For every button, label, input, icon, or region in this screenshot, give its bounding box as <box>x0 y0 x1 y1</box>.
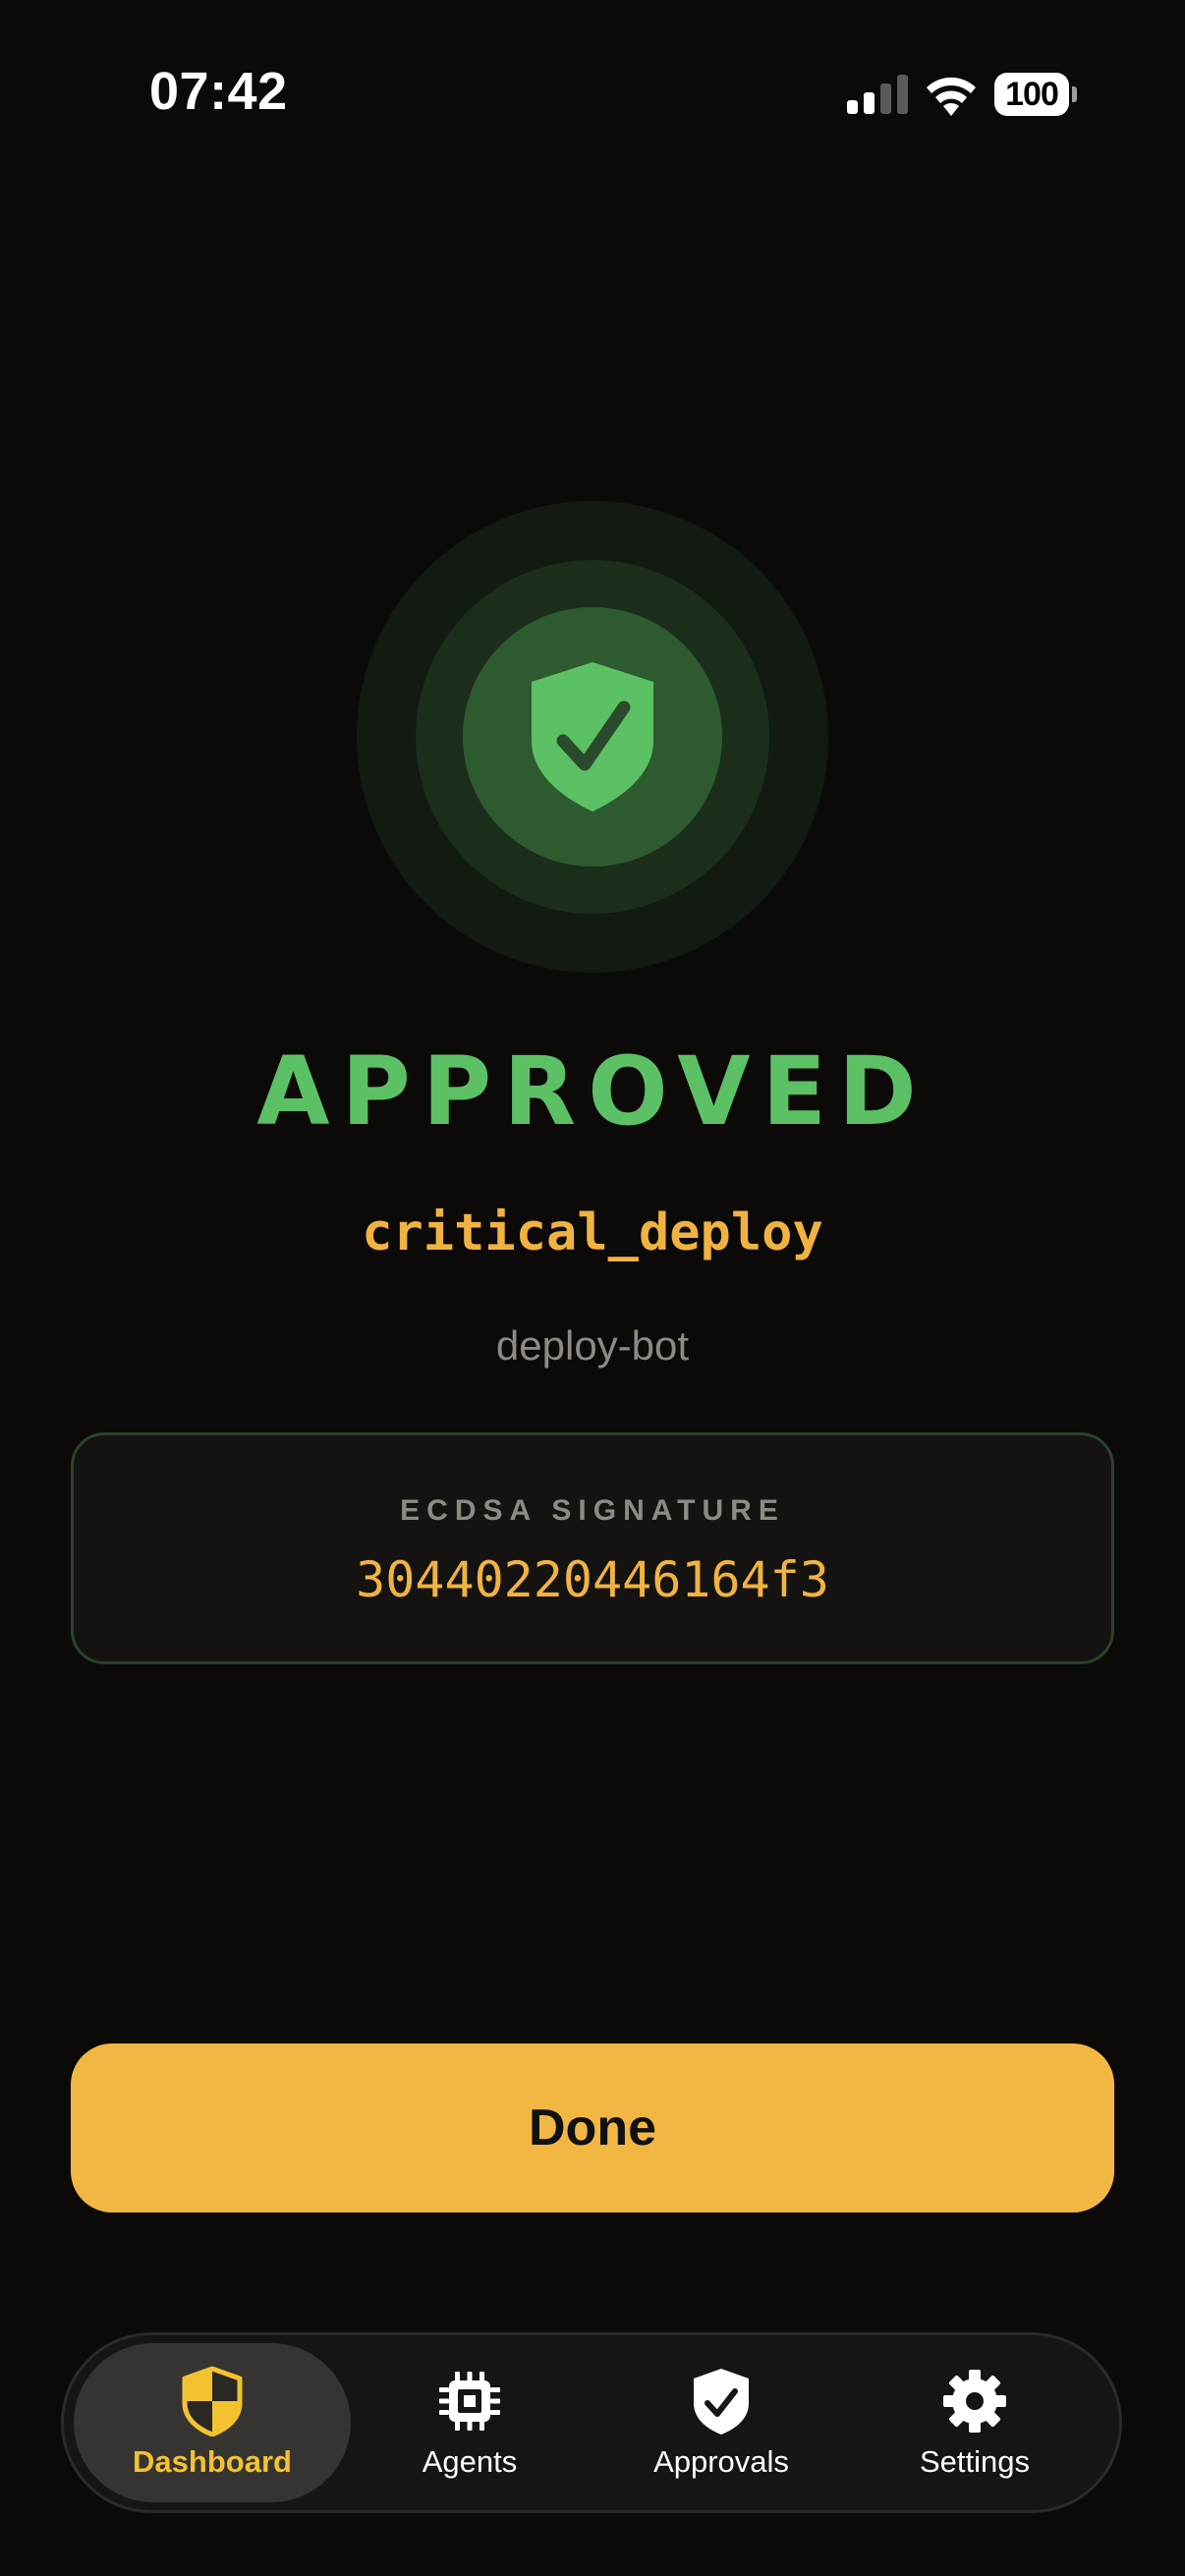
status-time: 07:42 <box>149 62 288 121</box>
battery-level: 100 <box>994 73 1069 116</box>
chip-icon <box>439 2372 500 2431</box>
signal-icon <box>847 75 908 114</box>
approval-halo <box>357 501 828 973</box>
tab-bar: Dashboard Agents Approvals Settings <box>61 2332 1122 2513</box>
done-button[interactable]: Done <box>71 2044 1114 2212</box>
battery-icon: 100 <box>994 73 1077 116</box>
shield-check-icon <box>532 662 653 812</box>
signature-value: 30440220446164f3 <box>356 1551 829 1608</box>
shield-half-icon <box>182 2366 243 2436</box>
signature-card: ECDSA SIGNATURE 30440220446164f3 <box>71 1432 1114 1664</box>
agent-name: deploy-bot <box>495 1322 690 1369</box>
tab-agents[interactable]: Agents <box>331 2343 608 2502</box>
tab-label-approvals: Approvals <box>653 2444 789 2479</box>
tab-label-dashboard: Dashboard <box>133 2444 292 2479</box>
signature-label: ECDSA SIGNATURE <box>400 1494 785 1527</box>
approval-status-title: APPROVED <box>256 1036 929 1147</box>
status-bar: 07:42 100 <box>0 0 1185 187</box>
tab-label-settings: Settings <box>919 2444 1030 2479</box>
tab-dashboard[interactable]: Dashboard <box>74 2343 351 2502</box>
shield-check-icon <box>694 2369 749 2435</box>
tab-approvals[interactable]: Approvals <box>583 2343 860 2502</box>
wifi-icon <box>927 77 976 116</box>
tab-label-agents: Agents <box>422 2444 518 2479</box>
tab-settings[interactable]: Settings <box>836 2343 1113 2502</box>
action-name: critical_deploy <box>362 1204 823 1262</box>
status-icons: 100 <box>847 69 1083 128</box>
gear-icon <box>943 2370 1006 2433</box>
